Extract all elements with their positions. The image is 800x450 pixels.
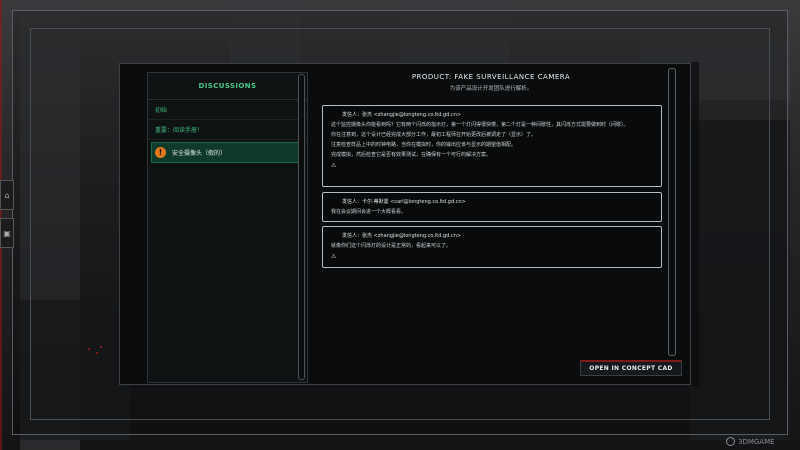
open-in-concept-cad-button[interactable]: OPEN IN CONCEPT CAD — [580, 360, 682, 376]
message-sender: 发信人：张杰 <zhangjie@longteng.co.ltd.gd.cn> — [342, 233, 462, 239]
sidebar-item-camera[interactable]: ! 安全摄像头（假的） — [151, 142, 304, 163]
message-line: 你在注意到，这个设计已经完成大部分工作，最初工程师在开始更改后被调走了（显示）了… — [331, 132, 537, 138]
sidebar-item-label: 重要：阅读手册！ — [155, 127, 204, 134]
sidebar-scrollbar[interactable] — [298, 74, 305, 380]
message-line: 就像你们这个闪烁灯的设计是正常的，看起来可以了。 — [331, 243, 452, 249]
sidebar-item-label: 初始 — [155, 107, 168, 114]
warning-icon: ! — [155, 147, 166, 158]
message-line: 我在会议期间会进一个大概看看。 — [331, 209, 407, 215]
message-card: 发信人：卡尔·蒂默曼 <carl@longteng.co.ltd.gd.cn> … — [322, 192, 662, 222]
watermark-text: 3DMGAME — [738, 437, 775, 446]
message-card: 发信人：张杰 <zhangjie@longteng.co.ltd.gd.cn> … — [322, 226, 662, 268]
watermark-logo-icon — [726, 437, 735, 446]
home-tab-icon[interactable]: ⌂ — [0, 180, 14, 210]
product-subtitle: 为该产品设计开发团队进行解析。 — [449, 86, 533, 92]
message-line: 这个监控摄像头你能看到吗？它有两个闪烁的指示灯，第一个灯闪得很快慢，第二个灯是一… — [331, 122, 629, 128]
sidebar-item-label: 安全摄像头（假的） — [172, 150, 227, 157]
discussions-sidebar: DISCUSSIONS 初始 重要：阅读手册！ ! 安全摄像头（假的） — [147, 72, 308, 383]
sidebar-title: DISCUSSIONS — [148, 73, 307, 100]
sidebar-item-manual[interactable]: 重要：阅读手册！ — [148, 120, 307, 140]
message-card: 发信人：张杰 <zhangjie@longteng.co.ltd.gd.cn> … — [322, 105, 662, 187]
message-line: 完成模拟，然后检查它是否有效果测试，在确保有一个可行的解决方案。 — [331, 152, 492, 158]
chip-tab-icon[interactable]: ▣ — [0, 218, 14, 248]
sidebar-item-initial[interactable]: 初始 — [148, 100, 307, 120]
watermark: 3DMGAME — [726, 437, 775, 446]
content-scrollbar[interactable] — [668, 68, 676, 356]
product-title: PRODUCT: FAKE SURVEILLANCE CAMERA — [411, 73, 571, 81]
message-line: 注意检查样品上中的时钟电路，当你在模拟时，你的输出应该与显示的期望值相配。 — [331, 142, 517, 148]
message-sender: 发信人：卡尔·蒂默曼 <carl@longteng.co.ltd.gd.cn> — [342, 199, 466, 205]
left-tab-strip: ⌂ ▣ — [0, 180, 14, 256]
message-sender: 发信人：张杰 <zhangjie@longteng.co.ltd.gd.cn> — [342, 112, 462, 118]
attachment-icon[interactable]: ⚠ — [331, 253, 655, 260]
discussion-content: PRODUCT: FAKE SURVEILLANCE CAMERA 为该产品设计… — [316, 68, 682, 358]
attachment-icon[interactable]: ⚠ — [331, 162, 655, 169]
